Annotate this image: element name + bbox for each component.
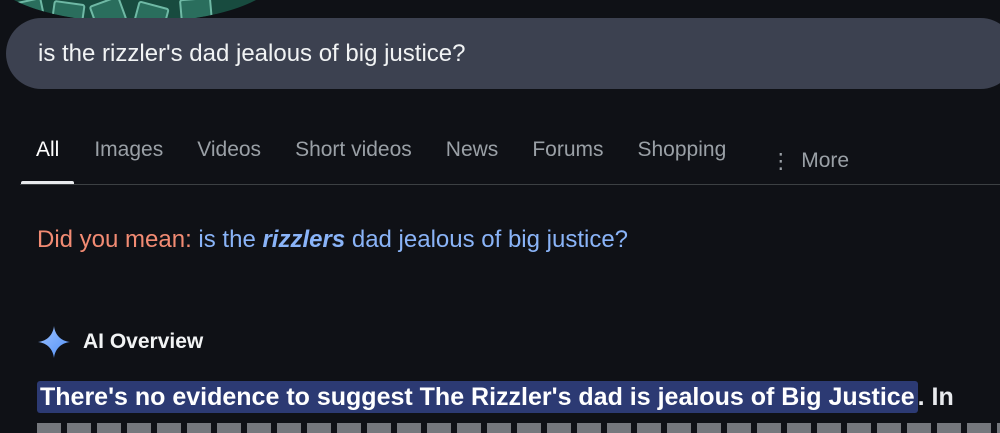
tab-label: Images	[94, 138, 164, 161]
tab-news[interactable]: News	[446, 120, 499, 184]
ai-overview-header: AI Overview	[37, 325, 203, 359]
tab-images[interactable]: Images	[94, 120, 163, 184]
tab-shopping[interactable]: Shopping	[638, 120, 727, 184]
suggestion-emphasis: rizzlers	[262, 226, 346, 253]
tab-videos[interactable]: Videos	[197, 120, 261, 184]
did-you-mean: Did you mean: is the rizzlers dad jealou…	[37, 226, 628, 254]
suggestion-text: is the	[198, 226, 263, 253]
tab-label: Shopping	[637, 138, 727, 161]
did-you-mean-label: Did you mean:	[37, 226, 192, 253]
ai-overview-text: There's no evidence to suggest The Rizzl…	[37, 381, 954, 413]
search-input[interactable]: is the rizzler's dad jealous of big just…	[38, 40, 465, 68]
tab-label: News	[445, 138, 499, 161]
search-bar[interactable]: is the rizzler's dad jealous of big just…	[6, 18, 1000, 89]
tab-label: More	[801, 149, 850, 172]
tab-label: Forums	[532, 138, 604, 161]
tabs-divider	[20, 184, 1000, 185]
tab-label: All	[36, 138, 60, 161]
highlighted-text: There's no evidence to suggest The Rizzl…	[37, 381, 918, 413]
tab-label: Short videos	[295, 138, 412, 161]
tab-all[interactable]: All	[20, 120, 75, 184]
ai-overview-next-line	[37, 423, 1000, 433]
gemini-sparkle-icon	[38, 326, 70, 358]
search-tabs: All Images Videos Short videos News Foru…	[0, 120, 1000, 184]
tab-forums[interactable]: Forums	[532, 120, 603, 184]
ai-overview-title: AI Overview	[83, 330, 204, 353]
tab-short-videos[interactable]: Short videos	[295, 120, 412, 184]
kebab-vertical-icon: ⋮	[770, 149, 792, 173]
ai-overview-trailing-text: . In	[917, 383, 954, 411]
did-you-mean-suggestion-link[interactable]: is the rizzlers dad jealous of big justi…	[198, 226, 628, 253]
tab-label: Videos	[197, 138, 262, 161]
tab-more[interactable]: ⋮ More	[770, 120, 849, 184]
suggestion-text: dad jealous of big justice?	[345, 226, 629, 253]
